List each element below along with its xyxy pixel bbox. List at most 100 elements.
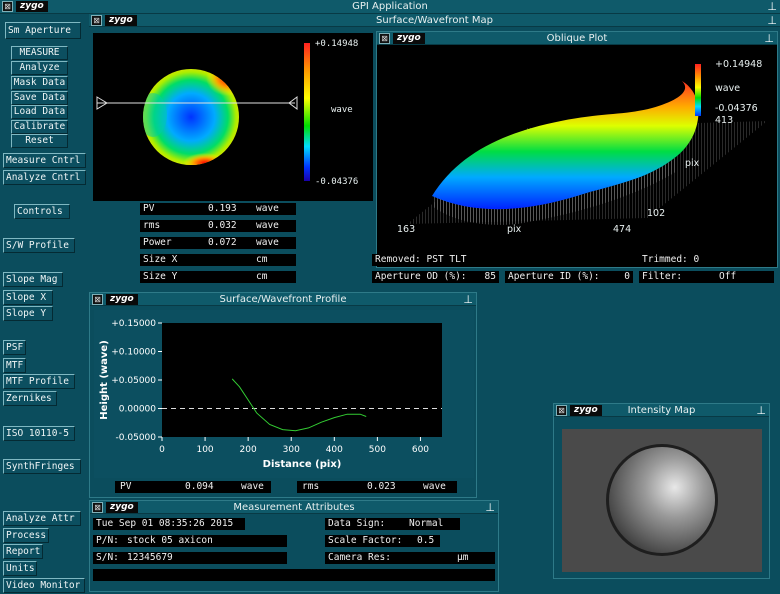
result-label: rms [143,220,161,231]
synth-fringes-button[interactable]: SynthFringes [3,459,81,474]
oblique-3d-surface[interactable] [377,46,777,268]
y-tick-label: 0.00000 [119,405,156,415]
iso-button[interactable]: ISO 10110-5 [3,426,75,441]
zygo-logo: zygo [570,405,602,416]
oblique-title: Oblique Plot [546,33,608,44]
data-sign-value: Normal [409,518,444,529]
pin-icon[interactable]: ⊥ [463,293,473,306]
close-icon[interactable]: ⊠ [92,294,103,305]
profile-rms-value: 0.023 [367,481,396,492]
filter-field: Filter: Off [639,271,774,283]
aperture-od-label: Aperture OD (%): [375,271,467,282]
plot-area [162,323,442,437]
result-unit: cm [256,254,268,265]
x-axis-label: Distance (pix) [263,459,342,470]
result-field: rms 0.032 wave [140,220,296,232]
surface-map-svg [96,43,310,181]
notes-field[interactable] [93,569,495,581]
units-button[interactable]: Units [3,561,37,576]
profile-panel: ⊠ zygo Surface/Wavefront Profile ⊥ +0.15… [89,292,477,498]
profile-pv-unit: wave [241,481,264,492]
close-icon[interactable]: ⊠ [556,405,567,416]
x-tick-label: 500 [369,445,386,455]
date-field: Tue Sep 01 08:35:26 2015 [93,518,245,530]
trimmed-field: Trimmed: 0 [639,254,712,266]
intensity-disc [609,447,715,553]
oblique-x-max: 474 [613,224,632,235]
analyze-attr-button[interactable]: Analyze Attr [3,511,81,526]
app-title: GPI Application [352,1,428,12]
slope-mag-button[interactable]: Slope Mag [3,272,63,287]
oblique-scale-unit: wave [715,83,741,94]
sw-profile-button[interactable]: S/W Profile [3,238,75,253]
measure-cntrl-button[interactable]: Measure Cntrl [3,153,86,168]
profile-titlebar: ⊠ zygo Surface/Wavefront Profile ⊥ [90,293,476,306]
zygo-logo: zygo [106,502,138,513]
color-scale-bar [304,43,310,181]
aperture-od-field: Aperture OD (%): 85 [372,271,499,283]
removed-field: Removed: PST TLT [372,254,637,266]
pin-icon[interactable]: ⊥ [485,501,495,514]
mtf-button[interactable]: MTF [3,358,26,373]
slope-x-button[interactable]: Slope X [3,290,53,305]
result-field: PV 0.193 wave [140,203,296,215]
intensity-image[interactable] [562,429,762,572]
video-monitor-button[interactable]: Video Monitor [3,578,85,593]
pin-icon[interactable]: ⊥ [756,404,766,417]
pin-icon[interactable]: ⊥ [764,32,774,45]
measure-button[interactable]: MEASURE [11,46,68,60]
scale-min-label: -0.04376 [315,177,359,187]
reset-button[interactable]: Reset [11,134,68,148]
result-unit: wave [256,237,279,248]
oblique-color-bar [695,64,701,116]
result-unit: wave [256,220,279,231]
result-label: PV [143,203,155,214]
camera-res-field: Camera Res: µm [325,552,495,564]
profile-rms-unit: wave [423,481,446,492]
filter-value: Off [719,271,737,282]
profile-chart[interactable]: +0.15000 +0.10000 +0.05000 0.00000 -0.050000… [94,310,474,478]
attributes-titlebar: ⊠ zygo Measurement Attributes ⊥ [90,501,498,514]
aperture-od-value: 85 [484,271,496,282]
close-icon[interactable]: ⊠ [92,502,103,513]
profile-pv-value: 0.094 [185,481,214,492]
pn-field: P/N: stock 05 axicon [93,535,287,547]
psf-button[interactable]: PSF [3,340,26,355]
oblique-scale-max: +0.14948 [715,59,763,70]
mask-data-button[interactable]: Mask Data [11,76,68,90]
analyze-button[interactable]: Analyze [11,61,68,75]
close-icon[interactable]: ⊠ [379,33,390,44]
analyze-cntrl-button[interactable]: Analyze Cntrl [3,170,86,185]
calibrate-button[interactable]: Calibrate [11,120,68,134]
oblique-titlebar: ⊠ zygo Oblique Plot ⊥ [377,32,777,45]
scale-unit-label: wave [331,105,353,115]
zygo-logo: zygo [106,294,138,305]
save-data-button[interactable]: Save Data [11,91,68,105]
intensity-panel: ⊠ zygo Intensity Map ⊥ [553,403,770,579]
profile-chart-area: +0.15000 +0.10000 +0.05000 0.00000 -0.05000 0… [94,310,474,478]
close-icon[interactable]: ⊠ [91,15,102,26]
aperture-id-value: 0 [624,271,630,282]
pin-icon[interactable]: ⊥ [767,14,777,27]
result-unit: wave [256,203,279,214]
y-tick-label: -0.05000 [116,433,157,443]
slope-y-button[interactable]: Slope Y [3,306,53,321]
close-icon[interactable]: ⊠ [2,1,13,12]
surface-map-plot[interactable]: +0.14948 wave -0.04376 [93,33,373,201]
process-button[interactable]: Process [3,528,49,543]
pin-icon[interactable]: ⊥ [767,0,777,13]
pn-label: P/N: [96,535,119,546]
x-tick-label: 200 [240,445,257,455]
report-button[interactable]: Report [3,544,43,559]
load-data-button[interactable]: Load Data [11,105,68,119]
x-tick-label: 400 [326,445,343,455]
aperture-button[interactable]: Sm Aperture [5,22,81,39]
oblique-pix-value: 413 [715,115,734,126]
attributes-panel: ⊠ zygo Measurement Attributes ⊥ Tue Sep … [89,500,499,592]
controls-button[interactable]: Controls [14,204,70,219]
zernikes-button[interactable]: Zernikes [3,391,57,406]
scale-factor-value: 0.5 [417,535,435,546]
intensity-titlebar: ⊠ zygo Intensity Map ⊥ [554,404,769,417]
zygo-logo: zygo [393,33,425,44]
mtf-profile-button[interactable]: MTF Profile [3,374,75,389]
